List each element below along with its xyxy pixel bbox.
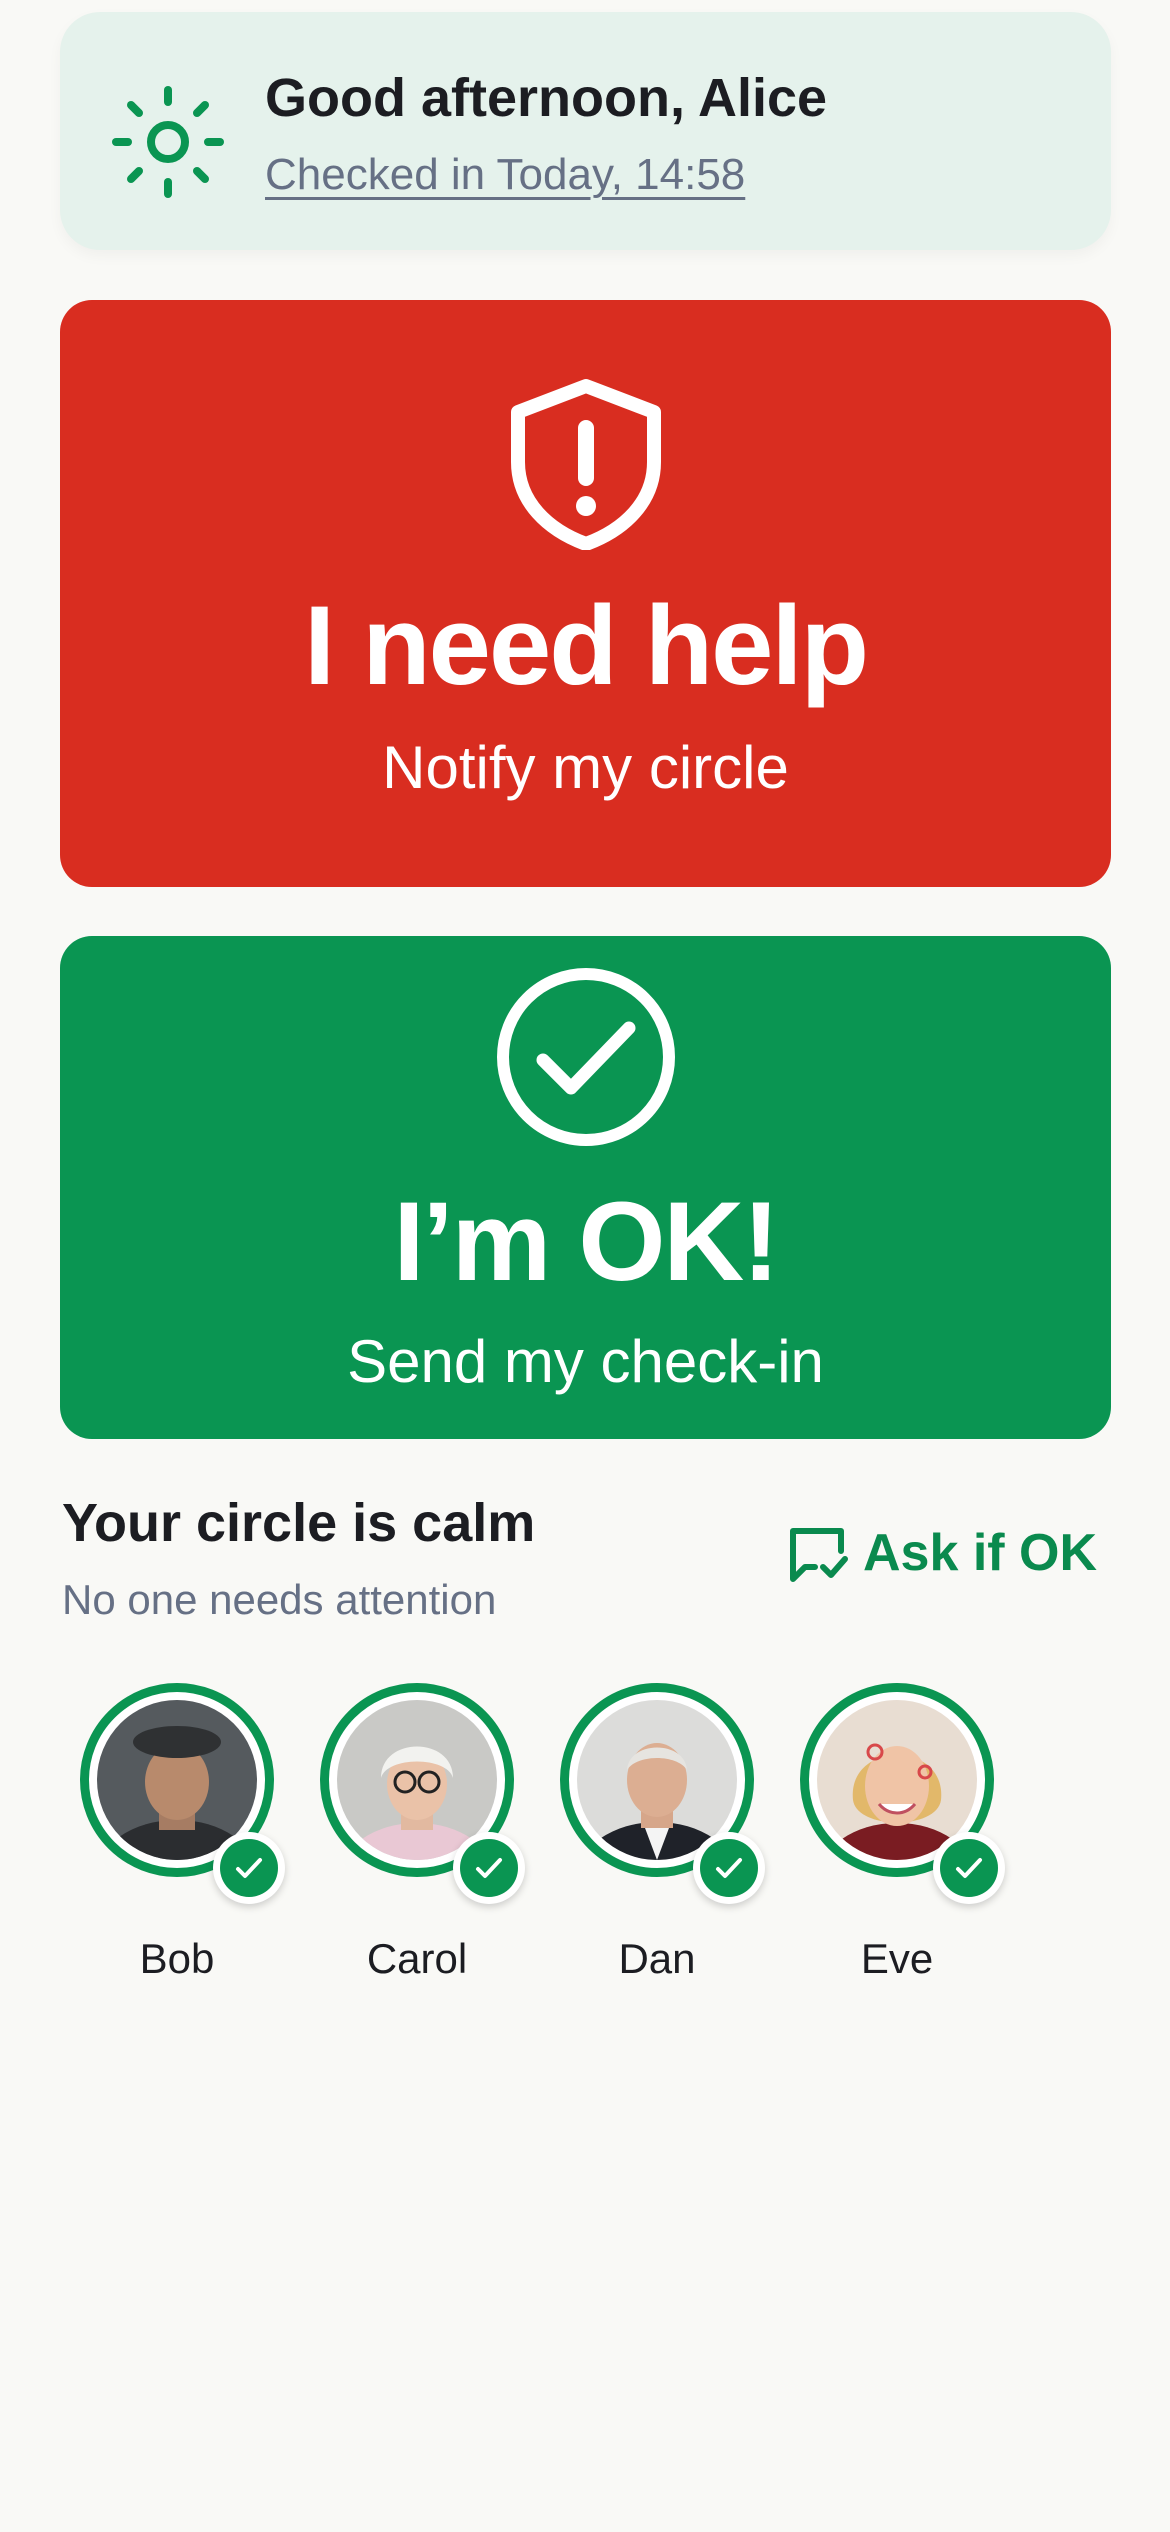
contact-name: Carol	[366, 1935, 468, 1982]
need-help-title: I need help	[304, 583, 869, 708]
greeting-card: Good afternoon, Alice Checked in Today, …	[60, 12, 1111, 250]
im-ok-title: I’m OK!	[393, 1179, 779, 1304]
sun-icon	[112, 86, 224, 198]
contact-dan[interactable]: Dan	[550, 1683, 790, 1993]
check-icon	[236, 1858, 262, 1878]
greeting-title: Good afternoon, Alice	[265, 68, 828, 128]
circle-status-title: Your circle is calm	[62, 1493, 536, 1553]
im-ok-button[interactable]: I’m OK! Send my check-in	[60, 936, 1111, 1439]
checked-in-badge	[213, 1832, 285, 1904]
checkin-time-link[interactable]: Checked in Today, 14:58	[265, 150, 745, 200]
contact-bob[interactable]: Bob	[70, 1683, 310, 1993]
contact-name: Dan	[618, 1935, 696, 1982]
ask-if-ok-label: Ask if OK	[863, 1524, 1098, 1582]
contact-name: Bob	[139, 1935, 215, 1982]
message-check-icon	[790, 1528, 848, 1582]
circle-status-subtitle: No one needs attention	[62, 1576, 497, 1623]
contact-carol[interactable]: Carol	[310, 1683, 550, 1993]
im-ok-subtitle: Send my check-in	[347, 1328, 824, 1395]
check-icon	[956, 1858, 982, 1878]
need-help-button[interactable]: I need help Notify my circle	[60, 300, 1111, 887]
checked-in-badge	[453, 1832, 525, 1904]
ask-if-ok-button[interactable]: Ask if OK	[785, 1518, 1097, 1588]
checked-in-badge	[933, 1832, 1005, 1904]
shield-alert-icon	[510, 379, 661, 550]
check-icon	[716, 1858, 742, 1878]
contact-name: Eve	[860, 1935, 934, 1982]
need-help-subtitle: Notify my circle	[382, 734, 789, 801]
checked-in-badge	[693, 1832, 765, 1904]
check-icon	[476, 1858, 502, 1878]
contact-eve[interactable]: Eve	[790, 1683, 1030, 1993]
check-circle-icon	[496, 968, 675, 1146]
